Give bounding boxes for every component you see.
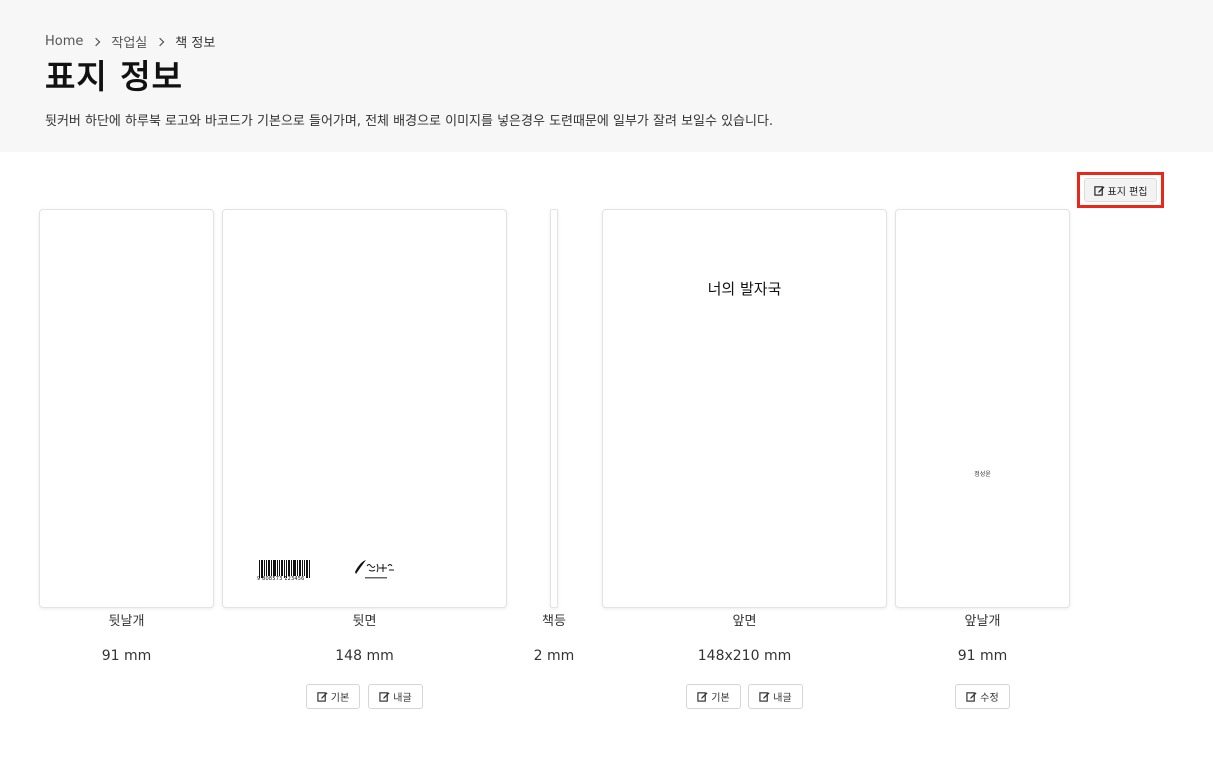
back-label: 뒷면 [352,614,377,629]
edit-square-icon [697,692,708,702]
back-size: 148 mm [335,648,394,664]
cover-back-panel[interactable]: 9 808573 123456 [222,209,507,608]
chevron-right-icon [92,37,101,46]
front-default-button[interactable]: 기본 [686,684,741,709]
edit-square-icon [759,692,770,702]
front-export-button[interactable]: 내글 [748,684,803,709]
edit-square-icon [966,692,977,702]
author-name: 정성윤 [974,471,991,478]
breadcrumb: Home 작업실 책 정보 [45,32,215,51]
front-label: 앞면 [732,614,757,629]
cover-front-flap-panel[interactable]: 정성윤 [895,209,1070,608]
book-title: 너의 발자국 [707,280,782,298]
page-header: Home 작업실 책 정보 표지 정보 뒷커버 하단에 하루북 로고와 바코드가… [0,0,1213,152]
haroobook-logo [355,560,394,579]
breadcrumb-workshop[interactable]: 작업실 [111,32,147,51]
chevron-right-icon [156,37,165,46]
page-description: 뒷커버 하단에 하루북 로고와 바코드가 기본으로 들어가며, 전체 배경으로 … [45,114,774,129]
front-default-label: 기본 [711,693,730,704]
front-size: 148x210 mm [697,648,792,664]
back-default-button[interactable]: 기본 [306,684,360,709]
back-export-label: 내글 [393,693,412,704]
edit-cover-highlight: 표지 편집 [1077,172,1164,208]
back-default-label: 기본 [330,693,350,704]
spine-size: 2 mm [533,648,575,664]
edit-square-icon [1093,185,1105,196]
front-flap-edit-label: 수정 [980,693,999,704]
edit-square-icon [379,692,390,702]
edit-square-icon [317,692,328,702]
front-flap-label: 앞날개 [964,614,1001,629]
back-export-button[interactable]: 내글 [368,684,423,709]
cover-spine-panel[interactable] [550,209,558,608]
barcode-number: 9 808573 123456 [257,576,305,582]
back-flap-size: 91 mm [101,648,152,664]
edit-cover-label: 표지 편집 [1107,186,1148,198]
back-flap-label: 뒷날개 [108,614,145,629]
cover-front-panel[interactable]: 너의 발자국 [602,209,887,608]
cover-back-flap-panel[interactable] [39,209,214,608]
spine-label: 책등 [542,614,566,629]
breadcrumb-home[interactable]: Home [45,34,83,49]
front-flap-size: 91 mm [957,648,1008,664]
edit-cover-button[interactable]: 표지 편집 [1084,178,1157,202]
front-flap-edit-button[interactable]: 수정 [955,684,1010,709]
page-title: 표지 정보 [45,57,183,96]
breadcrumb-current: 책 정보 [175,36,216,51]
front-export-label: 내글 [773,693,792,704]
